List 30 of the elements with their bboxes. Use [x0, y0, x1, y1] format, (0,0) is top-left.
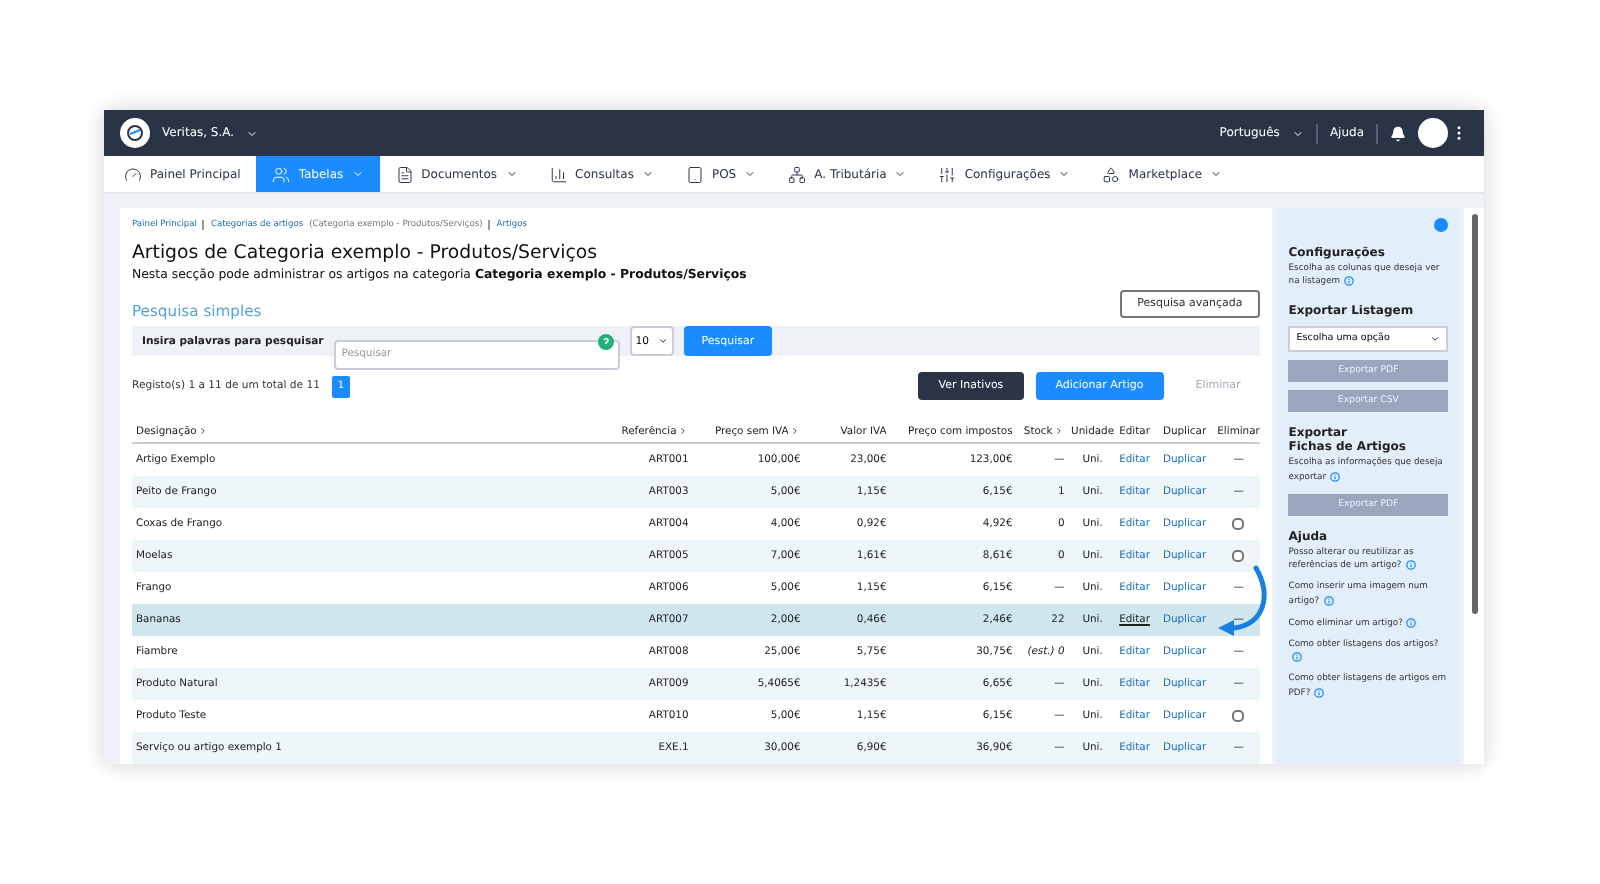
help-icon[interactable] — [597, 333, 614, 349]
page-title: Artigos de Categoria exemplo - Produtos/Serviços — [132, 242, 600, 264]
document-icon — [395, 165, 414, 183]
notifications-icon[interactable] — [1390, 125, 1406, 141]
user-avatar[interactable] — [1418, 118, 1448, 148]
gauge-icon — [124, 165, 142, 183]
shapes-icon — [1102, 165, 1121, 183]
info-icon[interactable] — [1330, 471, 1340, 482]
terminal-icon — [685, 165, 704, 183]
chevron-down-icon — [1430, 334, 1441, 345]
info-icon[interactable] — [1323, 595, 1334, 606]
info-icon[interactable] — [1314, 687, 1325, 698]
logo-icon — [126, 124, 144, 142]
users-icon — [272, 165, 291, 183]
chevron-down-icon — [246, 127, 259, 139]
info-icon[interactable] — [1292, 652, 1303, 663]
sliders-icon — [938, 165, 957, 183]
info-icon[interactable] — [1406, 617, 1417, 628]
info-icon[interactable] — [1405, 560, 1416, 571]
company-logo[interactable] — [120, 118, 150, 148]
info-icon[interactable] — [1344, 276, 1355, 287]
delete-checkbox[interactable] — [1232, 518, 1245, 530]
bar-chart-icon — [549, 165, 568, 183]
scrollbar-thumb[interactable] — [1471, 214, 1478, 614]
chevron-down-icon — [657, 336, 668, 346]
curved-arrow-annotation — [1216, 564, 1272, 640]
delete-checkbox[interactable] — [1232, 710, 1245, 722]
delete-checkbox[interactable] — [1232, 550, 1245, 562]
chevron-down-icon — [1291, 127, 1304, 139]
network-icon — [788, 165, 807, 183]
